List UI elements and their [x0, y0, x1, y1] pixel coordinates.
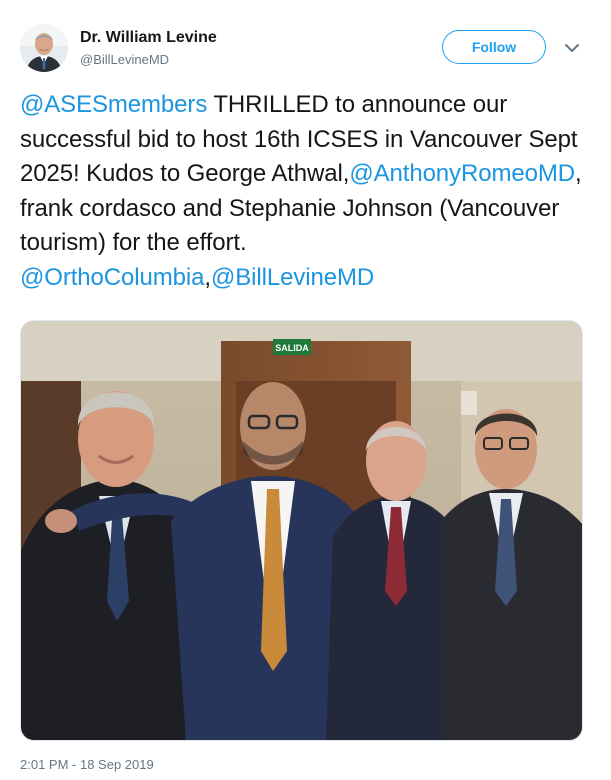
chevron-down-icon[interactable]: [560, 36, 584, 60]
avatar-image: [20, 24, 68, 72]
tweet-photo[interactable]: SALIDA: [20, 320, 583, 741]
mention-billlevinemd[interactable]: @BillLevineMD: [211, 264, 374, 291]
author-handle[interactable]: @BillLevineMD: [80, 52, 169, 67]
tweet-header: Dr. William Levine @BillLevineMD Follow: [20, 24, 590, 74]
exit-sign-text: SALIDA: [275, 343, 309, 353]
avatar[interactable]: [20, 24, 68, 72]
author-name[interactable]: Dr. William Levine: [80, 29, 217, 47]
group-photo-image: SALIDA: [21, 321, 582, 740]
mention-separator: ,: [204, 263, 211, 291]
mention-anthonyromeomd[interactable]: @AnthonyRomeoMD: [349, 160, 575, 187]
tweet-text: @ASESmembers THRILLED to announce our su…: [20, 88, 586, 295]
follow-button[interactable]: Follow: [442, 30, 546, 64]
tweet-timestamp[interactable]: 2:01 PM - 18 Sep 2019: [20, 757, 154, 772]
mention-orthocolumbia[interactable]: @OrthoColumbia: [20, 264, 204, 291]
mention-asesmembers[interactable]: @ASESmembers: [20, 91, 207, 118]
